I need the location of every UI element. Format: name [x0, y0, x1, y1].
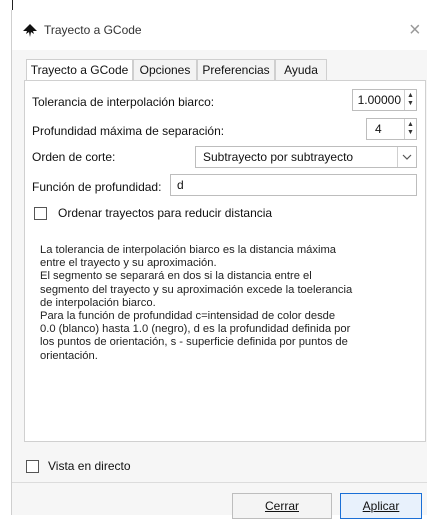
sort-checkbox[interactable] — [34, 207, 47, 220]
tab-label: Trayecto a GCode — [30, 63, 129, 77]
description-line: 0.0 (blanco) hasta 1.0 (negro), d es la … — [40, 323, 351, 336]
tab-label: Opciones — [139, 63, 191, 77]
spin-arrows-icon[interactable]: ▲ ▼ — [404, 119, 416, 139]
tab-opciones[interactable]: Opciones — [133, 59, 197, 81]
depth-label: Profundidad máxima de separación: — [32, 124, 225, 138]
depth-value: 4 — [375, 122, 382, 136]
spin-arrows-icon[interactable]: ▲ ▼ — [404, 90, 416, 110]
apply-button[interactable]: Aplicar — [340, 493, 422, 519]
description-line: La tolerancia de interpolación biarco es… — [40, 244, 337, 256]
close-button-label: Cerrar — [264, 499, 299, 513]
depth-spinbox[interactable]: 4 ▲ ▼ — [366, 118, 417, 140]
tab-trayecto-a-gcode[interactable]: Trayecto a GCode — [26, 59, 133, 81]
inkscape-logo-icon — [23, 24, 37, 37]
description-line: los puntos de orientación, s - superfici… — [40, 336, 348, 349]
tab-preferencias[interactable]: Preferencias — [197, 59, 275, 81]
function-label: Función de profundidad: — [32, 180, 162, 194]
function-input[interactable]: d — [170, 174, 417, 196]
title-bar[interactable]: Trayecto a GCode × — [12, 12, 427, 50]
tolerance-label: Tolerancia de interpolación biarco: — [32, 95, 215, 109]
chevron-down-icon[interactable] — [397, 147, 416, 167]
close-button[interactable]: Cerrar — [232, 493, 332, 519]
order-select[interactable]: Subtrayecto por subtrayecto — [195, 146, 417, 168]
tolerance-spinbox[interactable]: 1.00000 ▲ ▼ — [352, 89, 417, 111]
tab-label: Preferencias — [202, 63, 270, 77]
description-text: La tolerancia de interpolación biarco es… — [40, 244, 405, 363]
apply-button-label: Aplicar — [362, 499, 400, 513]
sort-label: Ordenar trayectos para reducir distancia — [58, 206, 273, 220]
description-line: orientación. — [40, 349, 98, 362]
function-value: d — [177, 178, 184, 192]
order-label: Orden de corte: — [32, 150, 116, 164]
cursor-line — [12, 0, 13, 10]
description-line: entre el trayecto y su aproximación. — [40, 257, 217, 270]
tab-label: Ayuda — [284, 63, 318, 77]
tolerance-value: 1.00000 — [357, 93, 401, 107]
live-preview-label: Vista en directo — [48, 459, 131, 473]
description-line: Para la función de profundidad c=intensi… — [40, 310, 336, 323]
window-title: Trayecto a GCode — [44, 23, 142, 37]
description-line: de interpolación biarco. — [40, 296, 156, 309]
order-value: Subtrayecto por subtrayecto — [203, 150, 354, 164]
footer-separator — [12, 482, 427, 483]
description-line: segmento del trayecto y su aproximación … — [40, 283, 353, 296]
close-icon[interactable]: × — [409, 19, 421, 42]
live-preview-checkbox[interactable] — [26, 460, 39, 473]
description-line: El segmento se separará en dos si la dis… — [40, 270, 312, 283]
tab-ayuda[interactable]: Ayuda — [275, 59, 327, 81]
